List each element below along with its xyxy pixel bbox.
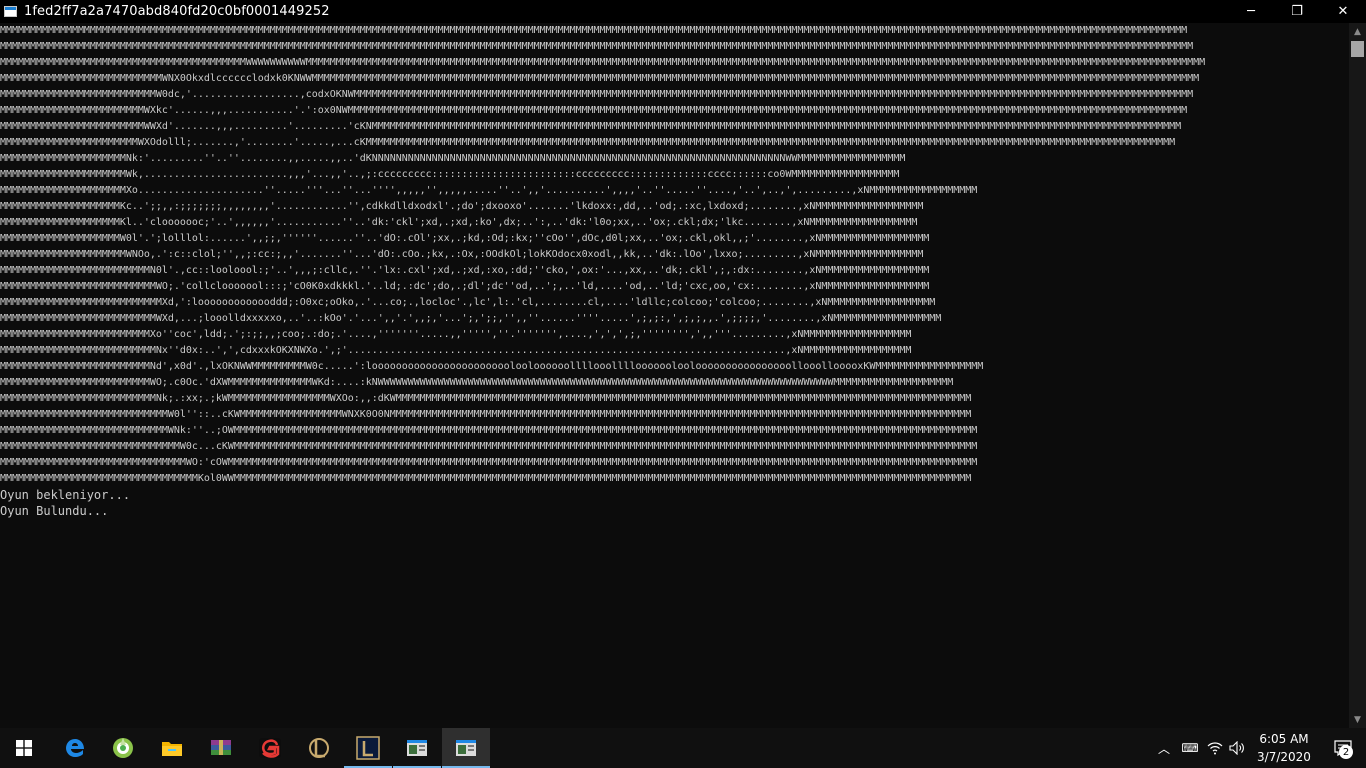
close-icon: ✕ (1337, 4, 1349, 19)
scroll-down-icon[interactable]: ▼ (1349, 711, 1366, 728)
folder-icon (162, 742, 182, 756)
minimize-button[interactable]: ─ (1228, 0, 1274, 23)
taskbar-console-window-1[interactable] (393, 728, 441, 768)
console-app-icon (4, 6, 17, 17)
green-disc-icon (113, 738, 133, 758)
edge-icon (66, 739, 84, 757)
league-launcher-icon (356, 736, 380, 760)
window-controls: ─ ❐ ✕ (1228, 0, 1366, 23)
ascii-art: MMMMMMMMMMMMMMMMMMMMMMMMMMMMMMMMMMMMMMMM… (0, 25, 1206, 484)
clock-date: 3/7/2020 (1257, 750, 1311, 764)
scroll-up-icon[interactable]: ▲ (1349, 23, 1366, 40)
keyboard-icon: ⌨ (1181, 741, 1199, 755)
winrar-icon (211, 740, 231, 755)
volume-icon (1229, 741, 1244, 755)
tray-network[interactable] (1204, 728, 1226, 768)
minimize-icon: ─ (1247, 4, 1255, 19)
chevron-up-icon: ︿ (1157, 741, 1170, 756)
console-output[interactable]: MMMMMMMMMMMMMMMMMMMMMMMMMMMMMMMMMMMMMMMM… (0, 23, 1349, 728)
action-center-button[interactable]: 2 (1320, 728, 1366, 768)
league-icon (309, 738, 329, 758)
tray-show-hidden[interactable]: ︿ (1152, 728, 1176, 768)
close-button[interactable]: ✕ (1320, 0, 1366, 23)
taskbar-app-green[interactable] (99, 728, 147, 768)
garena-icon (259, 738, 281, 758)
title-bar[interactable]: 1fed2ff7a2a7470abd840fd20c0bf0001449252 … (0, 0, 1366, 23)
start-button[interactable] (0, 728, 48, 768)
taskbar-garena[interactable] (246, 728, 294, 768)
console-icon (407, 740, 427, 756)
console-icon (456, 740, 476, 756)
tray-input-indicator[interactable]: ⌨ (1178, 728, 1202, 768)
taskbar-file-explorer[interactable] (148, 728, 196, 768)
restore-button[interactable]: ❐ (1274, 0, 1320, 23)
scroll-thumb[interactable] (1351, 41, 1364, 57)
taskbar-edge[interactable] (51, 728, 99, 768)
taskbar-console-window-2[interactable] (442, 728, 490, 768)
status-line-found: Oyun Bulundu... (0, 504, 109, 518)
vertical-scrollbar[interactable]: ▲ ▼ (1349, 23, 1366, 728)
notification-count-badge: 2 (1339, 745, 1353, 759)
taskbar-league-client[interactable] (295, 728, 343, 768)
wifi-icon (1207, 742, 1223, 755)
windows-logo-icon (16, 740, 32, 756)
taskbar-clock[interactable]: 6:05 AM 3/7/2020 (1248, 728, 1320, 768)
tray-volume[interactable] (1226, 728, 1248, 768)
status-line-waiting: Oyun bekleniyor... (0, 488, 131, 502)
taskbar-league-launcher[interactable] (344, 728, 392, 768)
taskbar: ︿ ⌨ 6:05 AM 3/7/2020 2 (0, 728, 1366, 768)
clock-time: 6:05 AM (1259, 732, 1309, 746)
restore-icon: ❐ (1291, 4, 1303, 19)
window-title: 1fed2ff7a2a7470abd840fd20c0bf0001449252 (24, 4, 330, 19)
taskbar-winrar[interactable] (197, 728, 245, 768)
